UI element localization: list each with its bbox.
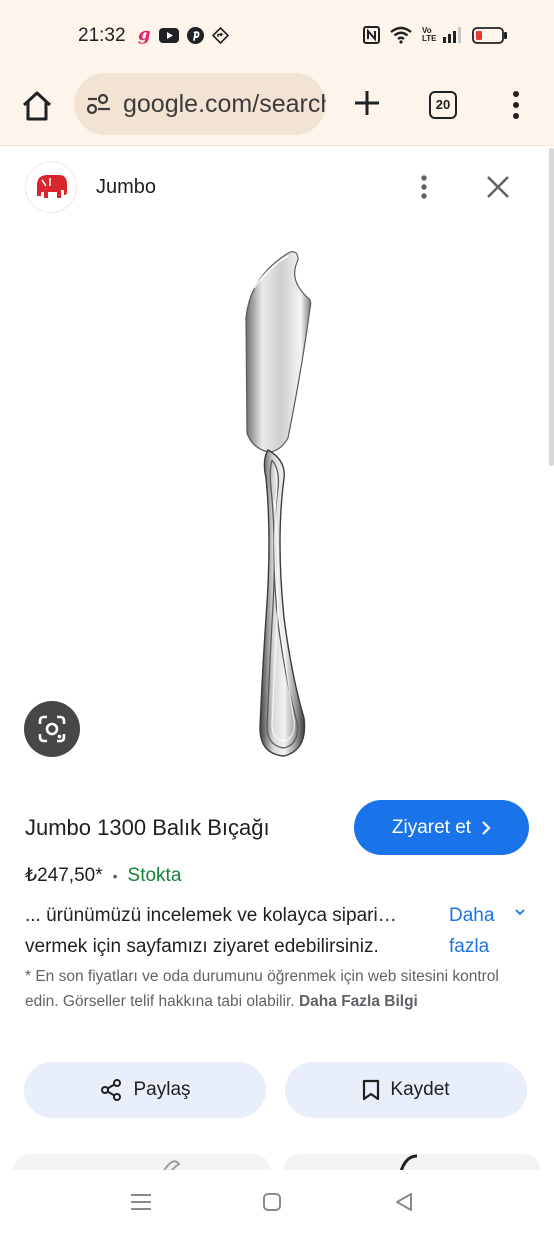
navigation-icon <box>211 26 229 44</box>
close-icon[interactable] <box>486 175 510 199</box>
description-line-2: vermek için sayfamızı ziyaret edebilirsi… <box>25 936 379 957</box>
url-text[interactable]: google.com/search <box>123 90 326 119</box>
save-label: Kaydet <box>390 1079 450 1100</box>
address-bar[interactable]: google.com/search <box>74 73 326 135</box>
system-nav-bar <box>0 1170 554 1238</box>
gmail-g-icon: g <box>138 24 151 45</box>
source-name[interactable]: Jumbo <box>96 176 156 199</box>
status-time: 21:32 <box>78 25 126 46</box>
google-lens-button[interactable] <box>24 701 80 757</box>
battery-low-icon <box>472 26 507 44</box>
site-settings-icon[interactable] <box>86 92 112 116</box>
source-more-icon[interactable] <box>412 173 436 203</box>
disclaimer-text: * En son fiyatları ve oda durumunu öğren… <box>25 968 499 1010</box>
disclaimer: * En son fiyatları ve oda durumunu öğren… <box>25 965 533 1014</box>
more-link-line-1[interactable]: Daha <box>449 900 509 931</box>
new-tab-icon[interactable] <box>352 88 382 118</box>
tab-switcher-button[interactable]: 20 <box>429 91 457 119</box>
product-price: ₺247,50* <box>25 865 103 886</box>
price-row: ₺247,50* • Stokta <box>25 864 181 887</box>
more-vert-icon[interactable] <box>506 88 526 122</box>
save-button[interactable]: Kaydet <box>285 1062 527 1118</box>
volte-icon: Vo LTE <box>422 26 437 43</box>
source-header: Jumbo <box>0 148 554 230</box>
product-description: ... ürünümüzü incelemek ve kolayca sipar… <box>25 900 445 962</box>
back-icon[interactable] <box>394 1192 414 1212</box>
browser-toolbar: google.com/search 20 <box>0 66 554 146</box>
source-logo[interactable] <box>25 161 77 213</box>
visit-label: Ziyaret et <box>391 816 472 838</box>
home-nav-icon[interactable] <box>262 1192 282 1212</box>
more-link[interactable]: Daha fazla <box>449 900 509 962</box>
notification-icons: g <box>138 26 229 44</box>
wifi-icon <box>390 26 412 44</box>
chevron-right-icon <box>482 820 491 835</box>
recents-icon[interactable] <box>130 1192 152 1212</box>
pinterest-icon <box>186 26 204 44</box>
share-icon <box>101 1079 122 1101</box>
visit-button[interactable]: Ziyaret et <box>354 800 529 855</box>
product-image[interactable] <box>180 238 380 766</box>
separator-dot: • <box>112 867 118 884</box>
system-icons: Vo LTE <box>363 26 508 44</box>
signal-icon <box>443 27 461 43</box>
lens-icon <box>38 715 66 743</box>
scrollbar[interactable] <box>549 148 554 466</box>
home-icon[interactable] <box>17 86 57 126</box>
youtube-icon <box>158 27 179 43</box>
share-label: Paylaş <box>133 1079 191 1100</box>
bookmark-icon <box>363 1079 380 1101</box>
status-bar: 21:32 g Vo LTE <box>0 0 554 66</box>
more-link-line-2[interactable]: fazla <box>449 931 509 962</box>
stock-status: Stokta <box>127 864 182 886</box>
product-title: Jumbo 1300 Balık Bıçağı <box>25 815 270 840</box>
elephant-logo-icon <box>37 175 67 198</box>
chevron-down-icon[interactable] <box>514 907 526 917</box>
share-button[interactable]: Paylaş <box>24 1062 266 1118</box>
learn-more-link[interactable]: Daha Fazla Bilgi <box>299 993 418 1010</box>
nfc-icon <box>363 26 380 44</box>
description-line-1: ... ürünümüzü incelemek ve kolayca sipar… <box>25 905 397 926</box>
